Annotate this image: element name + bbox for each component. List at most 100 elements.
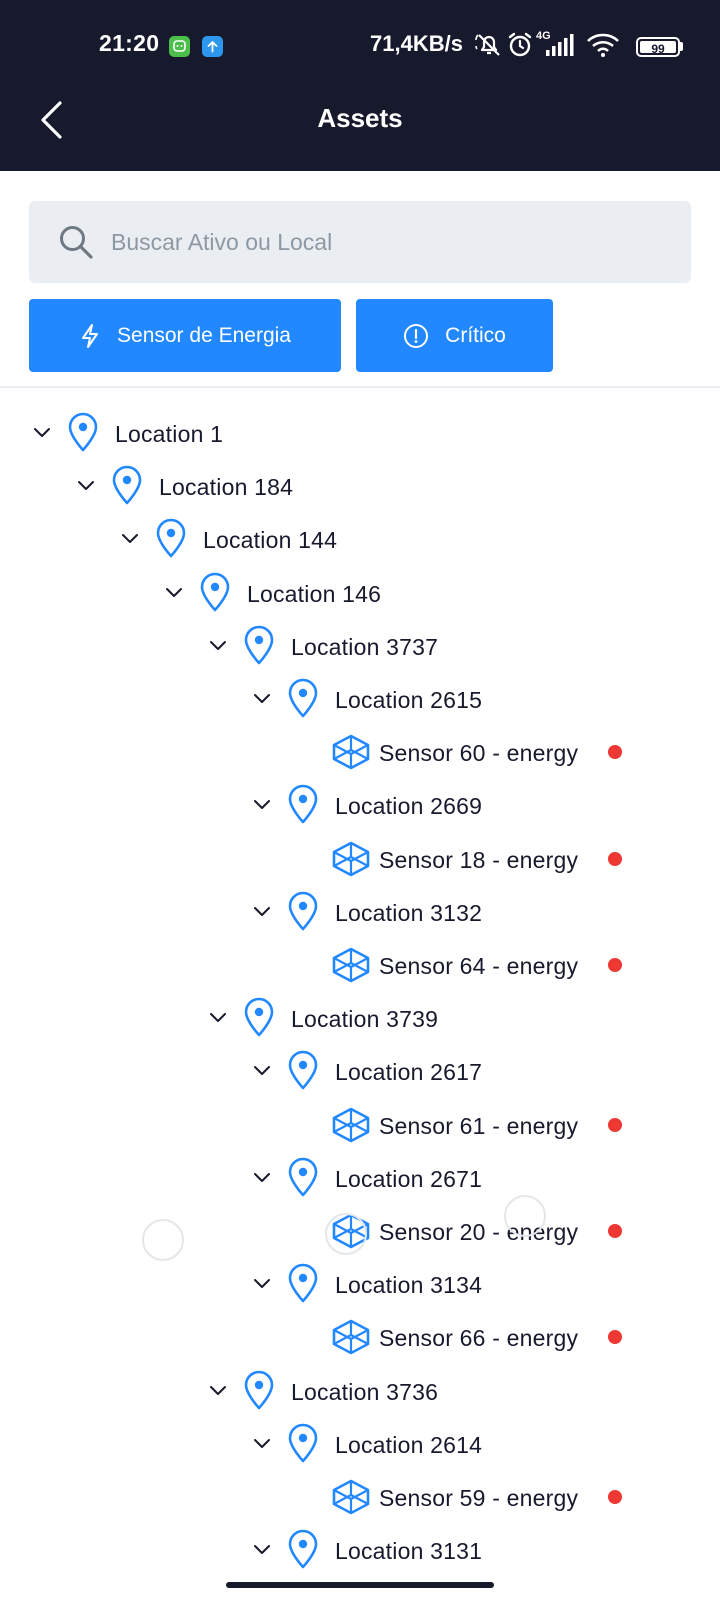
location-pin-icon [287,891,319,936]
network-speed: 71,4KB/s [370,31,463,56]
tree-row-location[interactable]: Location 3131 [0,1524,720,1576]
chat-app-icon [169,36,190,57]
tree-node-label: Location 2615 [335,687,483,713]
location-pin-icon [287,784,319,829]
component-cube-icon [331,1319,371,1360]
divider [0,386,720,388]
tree-node-label: Location 146 [247,581,382,607]
tree-row-location[interactable]: Location 2669 [0,779,720,831]
location-pin-icon [155,518,187,563]
bolt-icon [82,323,99,348]
alert-circle-icon [404,323,429,348]
location-pin-icon [243,1370,275,1415]
battery-level: 99 [651,42,665,56]
location-pin-icon [67,412,99,457]
tree-node-label: Location 3134 [335,1272,483,1298]
search-icon [60,226,93,259]
location-pin-icon [243,997,275,1042]
tree-node-label: Location 3132 [335,900,483,926]
tree-node-label: Location 3737 [291,634,439,660]
tree-row-location[interactable]: Location 2671 [0,1152,720,1204]
touch-indicator [325,1213,367,1255]
location-pin-icon [111,465,143,510]
tree-node-label: Sensor 59 - energy [379,1485,579,1511]
alarm-icon [508,32,532,57]
tree-node-label: Sensor 64 - energy [379,953,579,979]
component-cube-icon [331,841,371,882]
chevron-down-icon[interactable] [252,1168,272,1188]
tree-row-location[interactable]: Location 3737 [0,620,720,672]
location-pin-icon [287,1157,319,1202]
tree-row-location[interactable]: Location 146 [0,567,720,619]
tree-node-label: Sensor 60 - energy [379,740,579,766]
tree-row-location[interactable]: Location 3736 [0,1365,720,1417]
chevron-down-icon[interactable] [208,636,228,656]
tree-node-label: Sensor 18 - energy [379,847,579,873]
tree-row-location[interactable]: Location 3739 [0,992,720,1044]
tree-node-label: Sensor 20 - energy [379,1219,579,1245]
mute-icon [475,34,500,56]
tree-row-location[interactable]: Location 3132 [0,886,720,938]
critical-filter-label: Crítico [445,323,506,347]
chevron-down-icon[interactable] [164,583,184,603]
tree-row-component[interactable]: Sensor 18 - energy [0,833,720,885]
signal-icon [546,34,574,56]
tree-row-component[interactable]: Sensor 66 - energy [0,1311,720,1363]
tree-row-location[interactable]: Location 184 [0,460,720,512]
tree-row-location[interactable]: Location 2615 [0,673,720,725]
chevron-down-icon[interactable] [208,1008,228,1028]
chevron-down-icon[interactable] [252,1274,272,1294]
energy-sensor-filter-button[interactable]: Sensor de Energia [29,299,341,372]
critical-filter-button[interactable]: Crítico [356,299,553,372]
component-cube-icon [331,734,371,775]
chevron-down-icon[interactable] [252,902,272,922]
tree-row-location[interactable]: Location 144 [0,513,720,565]
chevron-down-icon[interactable] [208,1381,228,1401]
battery-tip [680,42,683,51]
touch-indicator [142,1219,184,1261]
component-cube-icon [331,947,371,988]
tree-node-label: Location 1 [115,421,224,447]
wifi-icon [587,33,619,57]
battery-icon: 99 [636,37,680,57]
tree-node-label: Location 184 [159,474,294,500]
location-pin-icon [287,1263,319,1308]
tree-row-component[interactable]: Sensor 60 - energy [0,726,720,778]
chevron-down-icon[interactable] [120,529,140,549]
component-cube-icon [331,1107,371,1148]
chevron-down-icon[interactable] [252,795,272,815]
tree-row-component[interactable]: Sensor 64 - energy [0,939,720,991]
critical-status-dot [608,745,622,759]
chevron-down-icon[interactable] [252,689,272,709]
location-pin-icon [287,1529,319,1574]
tree-node-label: Location 3739 [291,1006,439,1032]
tree-row-location[interactable]: Location 1 [0,407,720,459]
chevron-down-icon[interactable] [252,1540,272,1560]
chevron-down-icon[interactable] [252,1061,272,1081]
tree-row-location[interactable]: Location 2617 [0,1045,720,1097]
location-pin-icon [287,1423,319,1468]
tree-row-component[interactable]: Sensor 61 - energy [0,1099,720,1151]
tree-node-label: Location 2614 [335,1432,483,1458]
location-pin-icon [199,572,231,617]
tree-row-location[interactable]: Location 2614 [0,1418,720,1470]
upload-icon [202,36,223,57]
location-pin-icon [287,1050,319,1095]
critical-status-dot [608,1118,622,1132]
app-bar: 21:20 71,4KB/s 4G 99 Assets [0,0,720,171]
chevron-down-icon[interactable] [76,476,96,496]
status-time: 21:20 [99,30,160,56]
chevron-down-icon[interactable] [252,1434,272,1454]
home-indicator[interactable] [226,1582,494,1588]
page-title: Assets [317,103,403,133]
touch-indicator [504,1195,546,1237]
tree-node-label: Location 3736 [291,1379,439,1405]
search-input[interactable] [111,201,671,283]
location-pin-icon [287,678,319,723]
component-cube-icon [331,1479,371,1520]
tree-row-component[interactable]: Sensor 59 - energy [0,1471,720,1523]
tree-row-location[interactable]: Location 3134 [0,1258,720,1310]
tree-node-label: Location 144 [203,527,338,553]
search-box[interactable] [29,201,691,283]
chevron-down-icon[interactable] [32,423,52,443]
